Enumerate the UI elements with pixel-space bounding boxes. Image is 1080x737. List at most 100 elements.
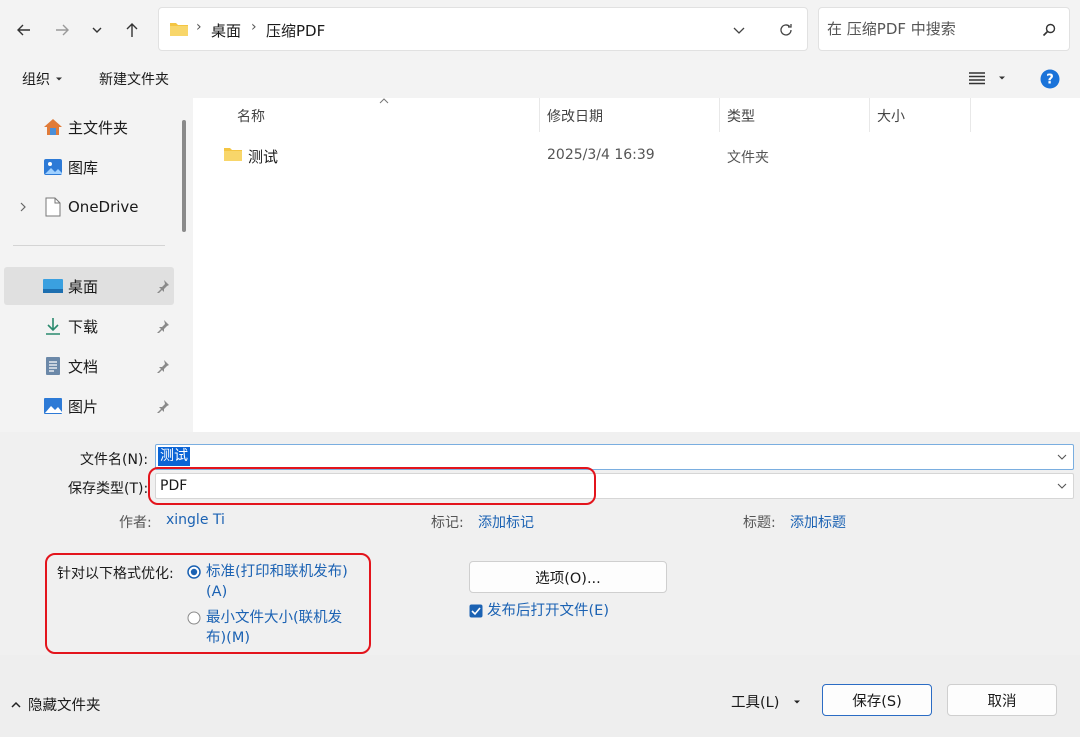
sidebar-item-desktop[interactable]: 桌面 [4,267,174,305]
column-header-type[interactable]: 类型 [727,106,755,126]
pin-icon[interactable] [156,279,170,293]
chevron-down-icon [733,27,745,34]
breadcrumb-current[interactable]: 压缩PDF [266,20,325,41]
sidebar-item-label: 下载 [68,317,99,336]
sidebar-item-documents[interactable]: 文档 [4,347,174,385]
divider [13,245,165,246]
hide-folders-toggle[interactable]: 隐藏文件夹 [10,694,101,715]
column-separator[interactable] [719,98,720,132]
breadcrumb-separator: › [196,19,202,35]
tags-label: 标记: [431,515,464,531]
title-label: 标题: [743,515,776,531]
radio-unchecked-icon [187,611,201,625]
radio-standard-line2: (A) [206,584,228,600]
author-label: 作者: [119,515,152,531]
sidebar-item-onedrive[interactable]: OneDrive [4,188,174,226]
file-icon [42,196,64,218]
caret-down-icon [794,700,801,703]
home-icon [42,116,64,138]
search-icon[interactable] [1041,22,1057,38]
filename-value: 测试 [158,447,190,466]
sort-ascending-icon [379,98,389,104]
chevron-down-icon[interactable] [1057,482,1067,490]
sidebar-item-downloads[interactable]: 下载 [4,307,174,345]
organize-label: 组织 [22,72,50,88]
gallery-icon [42,156,64,178]
title-value[interactable]: 添加标题 [790,512,846,532]
breadcrumb-desktop[interactable]: 桌面 [211,20,241,41]
navigation-pane: 主文件夹 图库 OneDrive 桌面 下载 文档 图片 [0,98,175,432]
view-options-button[interactable] [968,71,1006,85]
nav-scrollbar[interactable] [182,120,186,232]
help-icon: ? [1040,69,1060,89]
arrow-right-icon [56,24,69,36]
column-separator[interactable] [970,98,971,132]
radio-minimum-label: 最小文件大小(联机发 布)(M) [206,608,366,648]
open-after-publish-checkbox[interactable]: 发布后打开文件(E) [469,601,609,621]
radio-checked-icon [187,565,201,579]
sidebar-item-label: 图片 [68,397,99,416]
pin-icon[interactable] [156,359,170,373]
address-toolbar: › 桌面 › 压缩PDF [0,0,1080,60]
sidebar-item-pictures[interactable]: 图片 [4,387,174,425]
author-value[interactable]: xingle Ti [166,512,225,528]
recent-locations-button[interactable] [83,16,111,44]
radio-minimum-line2: 布)(M) [206,630,250,646]
tags-value[interactable]: 添加标记 [478,512,534,532]
chevron-down-icon[interactable] [1057,453,1067,461]
radio-standard-label: 标准(打印和联机发布) (A) [206,562,366,602]
arrow-left-icon [17,24,30,36]
sidebar-item-label: 桌面 [68,277,99,296]
sidebar-item-gallery[interactable]: 图库 [4,148,174,186]
refresh-button[interactable] [777,21,795,39]
highlight-box [148,467,596,505]
refresh-icon [780,24,792,36]
column-header-name[interactable]: 名称 [237,106,265,126]
sidebar-item-home[interactable]: 主文件夹 [4,108,174,146]
column-header-modified[interactable]: 修改日期 [547,106,603,126]
folder-icon [170,23,188,36]
open-after-publish-label: 发布后打开文件(E) [487,603,609,619]
document-icon [42,355,64,377]
sidebar-item-label: 图库 [68,158,99,177]
radio-standard-line1: 标准(打印和联机发布) [206,564,348,580]
list-view-icon [969,72,985,85]
save-button[interactable]: 保存(S) [822,684,932,716]
cancel-button[interactable]: 取消 [947,684,1057,716]
picture-icon [42,395,64,417]
address-bar[interactable]: › 桌面 › 压缩PDF [158,7,808,51]
chevron-down-icon [92,27,102,33]
optimize-label: 针对以下格式优化: [57,566,174,582]
chevron-right-icon[interactable] [18,202,28,212]
caret-down-icon [56,77,62,81]
options-button[interactable]: 选项(O)... [469,561,667,593]
sidebar-item-label: OneDrive [68,198,139,216]
breadcrumb-separator: › [251,19,257,35]
caret-down-icon [999,76,1005,80]
column-separator[interactable] [539,98,540,132]
tools-menu[interactable]: 工具(L) [731,691,801,712]
pin-icon[interactable] [156,319,170,333]
search-input[interactable] [827,18,1027,40]
address-history-button[interactable] [731,22,747,38]
arrow-up-icon [126,23,138,37]
table-row[interactable]: 测试 2025/3/4 16:39 文件夹 [213,140,1073,170]
checkbox-checked-icon [469,604,483,618]
forward-button[interactable] [48,16,76,44]
folder-icon [224,148,242,161]
row-name: 测试 [248,148,279,166]
new-folder-button[interactable]: 新建文件夹 [99,69,169,89]
row-type: 文件夹 [727,150,769,166]
hide-folders-label: 隐藏文件夹 [28,698,101,714]
search-box[interactable] [818,7,1070,51]
up-button[interactable] [118,16,146,44]
column-separator[interactable] [869,98,870,132]
column-header-size[interactable]: 大小 [877,106,905,126]
pin-icon[interactable] [156,399,170,413]
help-button[interactable]: ? [1040,69,1060,89]
tools-label: 工具(L) [731,695,780,711]
back-button[interactable] [10,16,38,44]
organize-menu[interactable]: 组织 [22,69,63,89]
sidebar-item-label: 文档 [68,357,99,376]
savetype-label: 保存类型(T): [68,481,149,497]
